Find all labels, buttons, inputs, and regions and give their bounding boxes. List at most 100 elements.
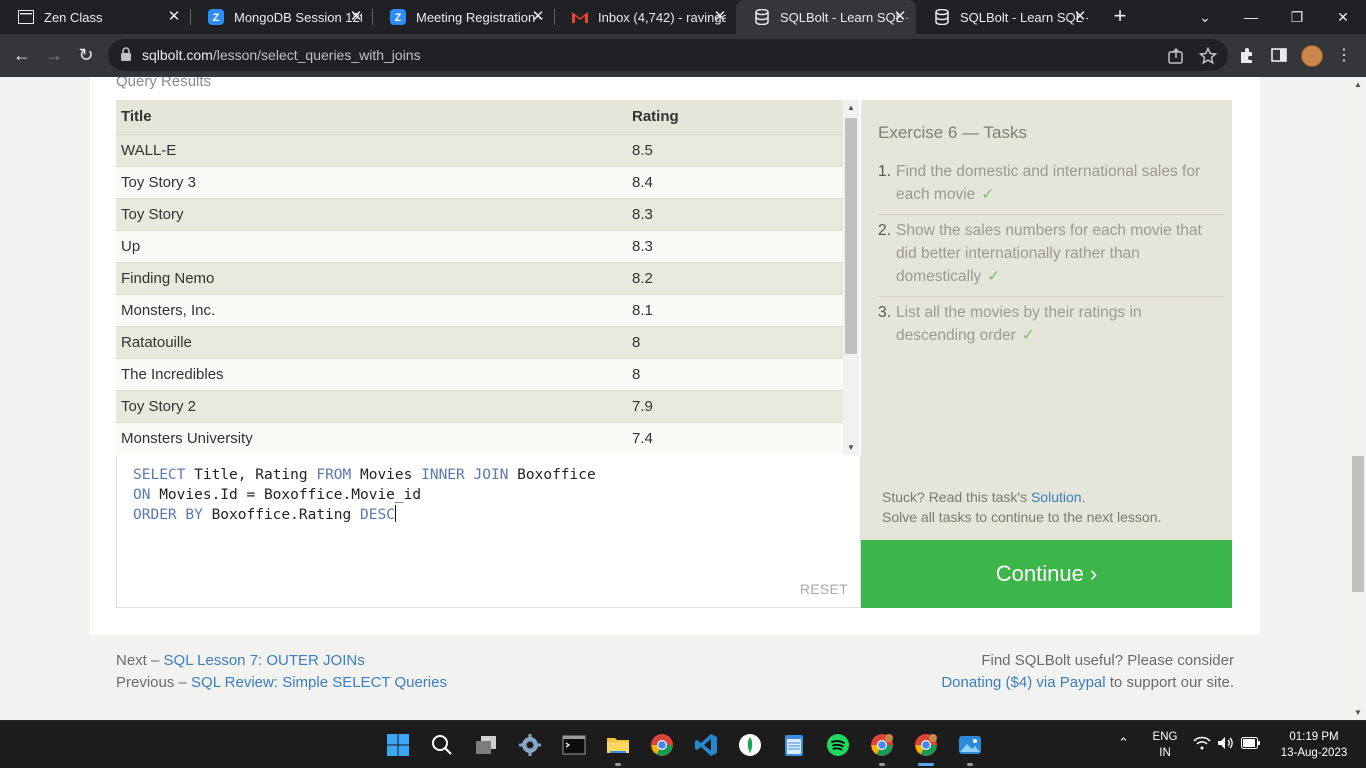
mongodb-compass-icon[interactable]: [737, 732, 763, 758]
side-panel-icon[interactable]: [1270, 46, 1290, 66]
table-row: Ratatouille 8: [116, 325, 843, 358]
sql-text: Title, Rating: [185, 467, 317, 483]
chrome-active-icon[interactable]: [913, 732, 939, 758]
solution-link[interactable]: Solution: [1031, 489, 1082, 505]
sql-keyword: DESC: [359, 507, 395, 523]
sql-keyword: ORDER BY: [133, 507, 203, 523]
sql-text: Movies: [351, 467, 422, 483]
extensions-icon[interactable]: [1238, 46, 1258, 66]
reset-button[interactable]: RESET: [800, 581, 848, 597]
table-row: WALL-E 8.5: [116, 133, 843, 166]
spotify-icon[interactable]: [825, 732, 851, 758]
reload-icon[interactable]: ↻: [73, 42, 99, 68]
language-indicator[interactable]: ENG IN: [1148, 729, 1182, 761]
file-explorer-icon[interactable]: [605, 732, 631, 758]
scroll-down-icon[interactable]: ▼: [843, 443, 859, 452]
wifi-icon[interactable]: [1193, 736, 1211, 755]
results-scrollbar[interactable]: ▲ ▼: [843, 100, 859, 455]
sql-editor[interactable]: SELECT Title, Rating FROM Movies INNER J…: [116, 455, 861, 608]
browser-tab[interactable]: Zen Class ✕: [0, 0, 190, 34]
tab-title: MongoDB Session 12th: [234, 9, 362, 25]
menu-kebab-icon[interactable]: ⋮: [1336, 45, 1352, 67]
donate-link[interactable]: Donating ($4) via Paypal: [941, 674, 1105, 691]
cell-title: Toy Story 2: [116, 389, 627, 422]
close-icon[interactable]: ✕: [166, 9, 182, 25]
table-row: The Incredibles 8: [116, 357, 843, 390]
zoom-icon: Z: [208, 9, 224, 25]
query-results-table: Title Rating WALL-E 8.5 Toy Story 3 8.4 Toy …: [116, 100, 859, 455]
new-tab-icon[interactable]: +: [1108, 5, 1132, 29]
text-caret: [394, 505, 396, 522]
task-list: 1. Find the domestic and international sa…: [878, 156, 1224, 355]
notepad-icon[interactable]: [781, 732, 807, 758]
continue-button[interactable]: Continue ›: [861, 540, 1232, 608]
profile-avatar[interactable]: [1301, 45, 1323, 67]
browser-tab-active[interactable]: SQLBolt - Learn SQL - ✕: [736, 0, 916, 34]
browser-toolbar: ← → ↻ sqlbolt.com/lesson/select_queries_…: [0, 34, 1366, 77]
previous-lesson-link[interactable]: SQL Review: Simple SELECT Queries: [191, 674, 447, 691]
chrome-profile-icon[interactable]: [869, 732, 895, 758]
chrome-icon[interactable]: [649, 732, 675, 758]
windows-taskbar: ⌃ ENG IN 01:19 PM 13-Aug-2023: [0, 720, 1366, 768]
query-results-label: Query Results: [116, 77, 212, 90]
close-icon[interactable]: ✕: [892, 9, 908, 25]
cell-rating: 8.5: [627, 133, 843, 166]
scroll-up-icon[interactable]: ▲: [843, 103, 859, 112]
checkmark-icon: ✓: [981, 186, 995, 203]
sql-code[interactable]: SELECT Title, Rating FROM Movies INNER J…: [133, 465, 596, 525]
code-line: ON Movies.Id = Boxoffice.Movie_id: [133, 485, 596, 505]
page-scrollbar[interactable]: ▲ ▼: [1350, 77, 1366, 720]
battery-icon[interactable]: [1241, 737, 1261, 754]
cell-rating: 8: [627, 357, 843, 390]
show-hidden-icons-icon[interactable]: ⌃: [1118, 735, 1129, 751]
address-bar[interactable]: sqlbolt.com/lesson/select_queries_with_j…: [108, 39, 1228, 71]
close-icon[interactable]: ✕: [712, 9, 728, 25]
cell-rating: 8.3: [627, 197, 843, 230]
browser-tab[interactable]: SQLBolt - Learn SQL - ✕: [916, 0, 1096, 34]
zen-class-icon: [18, 9, 34, 25]
forward-icon[interactable]: →: [41, 42, 67, 68]
cell-title: Finding Nemo: [116, 261, 627, 294]
cell-rating: 8.4: [627, 165, 843, 198]
cell-rating: 8.1: [627, 293, 843, 326]
vscode-icon[interactable]: [693, 732, 719, 758]
volume-icon[interactable]: [1217, 736, 1235, 755]
minimize-icon[interactable]: —: [1228, 0, 1274, 34]
table-row: Toy Story 8.3: [116, 197, 843, 230]
cell-rating: 8.2: [627, 261, 843, 294]
cell-title: Toy Story: [116, 197, 627, 230]
share-icon[interactable]: [1167, 47, 1185, 65]
settings-icon[interactable]: [517, 732, 543, 758]
url-text: sqlbolt.com/lesson/select_queries_with_j…: [142, 47, 421, 63]
task-item: 1. Find the domestic and international sa…: [878, 156, 1224, 215]
close-icon[interactable]: ✕: [1072, 9, 1088, 25]
browser-tab[interactable]: Z Meeting Registration - ✕: [372, 0, 554, 34]
scroll-up-icon[interactable]: ▲: [1350, 80, 1366, 89]
clock[interactable]: 01:19 PM 13-Aug-2023: [1274, 729, 1354, 761]
browser-tab-strip: Zen Class ✕ Z MongoDB Session 12th ✕ Z M…: [0, 0, 1366, 34]
close-icon[interactable]: ✕: [348, 9, 364, 25]
page-scrollbar-thumb[interactable]: [1352, 456, 1364, 592]
close-icon[interactable]: ✕: [530, 9, 546, 25]
terminal-icon[interactable]: [561, 732, 587, 758]
browser-tab[interactable]: Z MongoDB Session 12th ✕: [190, 0, 372, 34]
browser-tab[interactable]: Inbox (4,742) - ravinga ✕: [554, 0, 736, 34]
windows-start-icon[interactable]: [385, 732, 411, 758]
sql-text: Movies.Id = Boxoffice.Movie_id: [150, 487, 422, 503]
running-indicator: [967, 763, 973, 766]
search-icon[interactable]: [429, 732, 455, 758]
back-icon[interactable]: ←: [9, 42, 35, 68]
task-item: 3. List all the movies by their ratings i…: [878, 304, 1142, 344]
results-scrollbar-thumb[interactable]: [845, 118, 857, 354]
scroll-down-icon[interactable]: ▼: [1350, 708, 1366, 717]
tab-title: SQLBolt - Learn SQL -: [780, 9, 908, 25]
tab-search-icon[interactable]: ⌄: [1182, 0, 1228, 34]
sql-keyword: SELECT: [133, 467, 186, 483]
task-view-icon[interactable]: [473, 732, 499, 758]
table-row: Toy Story 3 8.4: [116, 165, 843, 198]
close-window-icon[interactable]: ✕: [1320, 0, 1366, 34]
next-lesson-link[interactable]: SQL Lesson 7: OUTER JOINs: [164, 652, 365, 669]
bookmark-star-icon[interactable]: [1198, 46, 1218, 65]
photos-icon[interactable]: [957, 732, 983, 758]
restore-icon[interactable]: ❐: [1274, 0, 1320, 34]
